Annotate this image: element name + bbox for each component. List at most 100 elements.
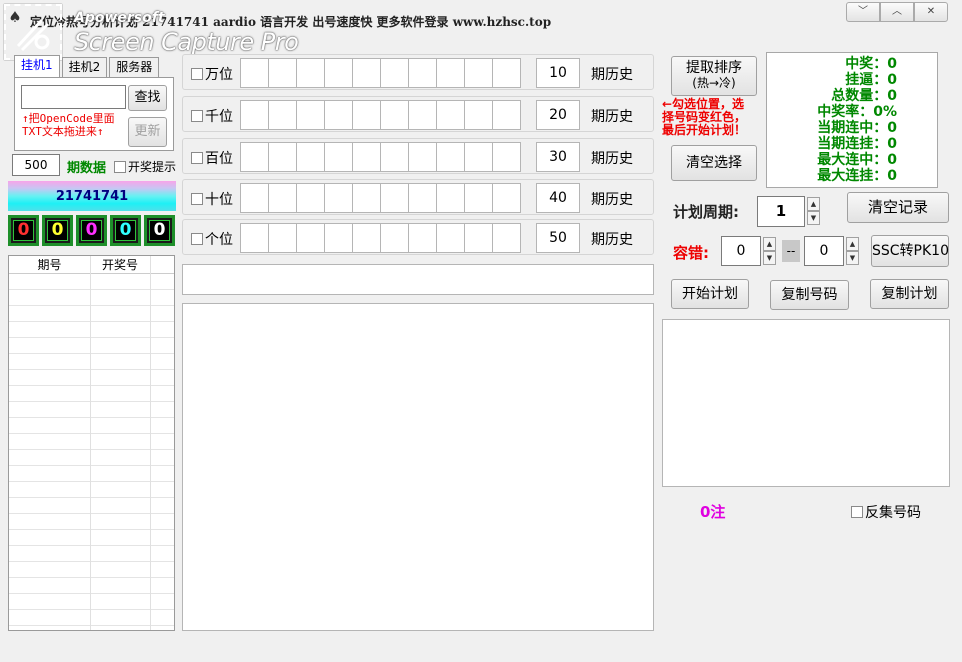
copy-numbers-button[interactable]: 复制号码 [770,280,849,310]
history-period-input[interactable]: 50 [536,223,580,253]
number-cell[interactable] [268,183,297,213]
number-cell[interactable] [268,58,297,88]
period-count-input[interactable]: 500 [12,154,60,176]
tab-guaji2[interactable]: 挂机2 [61,57,108,77]
number-cell[interactable] [352,183,381,213]
number-cell[interactable] [380,142,409,172]
number-cell[interactable] [268,223,297,253]
plan-period-spinner[interactable]: ▲ ▼ [807,197,820,225]
number-cell[interactable] [296,223,325,253]
plan-period-input[interactable]: 1 [757,196,805,227]
spin-down-icon[interactable]: ▼ [846,251,859,265]
number-cell[interactable] [464,183,493,213]
number-cell[interactable] [380,223,409,253]
spin-up-icon[interactable]: ▲ [763,237,776,251]
draw-prompt-check-icon[interactable] [114,160,126,173]
number-cell[interactable] [408,223,437,253]
number-cell[interactable] [492,58,521,88]
number-cell[interactable] [464,142,493,172]
number-cell[interactable] [408,100,437,130]
reverse-numbers-checkbox[interactable]: 反集号码 [851,502,921,522]
number-cell[interactable] [324,183,353,213]
number-cell[interactable] [240,142,269,172]
search-button[interactable]: 查找 [128,85,167,111]
number-cell[interactable] [352,100,381,130]
position-check-icon[interactable] [191,233,203,245]
number-cell[interactable] [296,183,325,213]
number-cell[interactable] [296,100,325,130]
number-cell[interactable] [464,223,493,253]
number-cell[interactable] [240,223,269,253]
number-cell[interactable] [352,58,381,88]
position-checkbox[interactable]: 百位 [191,148,233,168]
number-cell[interactable] [240,100,269,130]
history-period-input[interactable]: 20 [536,100,580,130]
draw-prompt-checkbox[interactable]: 开奖提示 [114,158,176,175]
ssc-to-pk10-button[interactable]: SSC转PK10 [871,235,949,267]
history-period-input[interactable]: 40 [536,183,580,213]
number-cell[interactable] [436,100,465,130]
position-checkbox[interactable]: 万位 [191,64,233,84]
copy-plan-button[interactable]: 复制计划 [870,279,949,309]
number-cell[interactable] [492,223,521,253]
number-cell[interactable] [464,100,493,130]
number-cell[interactable] [324,142,353,172]
tab-server[interactable]: 服务器 [109,57,160,77]
number-cell[interactable] [380,183,409,213]
position-checkbox[interactable]: 千位 [191,106,233,126]
clear-selection-button[interactable]: 清空选择 [671,145,757,181]
number-cell[interactable] [268,100,297,130]
number-cell[interactable] [436,223,465,253]
number-cell[interactable] [240,58,269,88]
number-cell[interactable] [492,100,521,130]
tolerance-to-input[interactable]: 0 [804,236,844,266]
clear-record-button[interactable]: 清空记录 [847,192,949,223]
number-cell[interactable] [324,223,353,253]
number-cell[interactable] [492,142,521,172]
history-period-input[interactable]: 10 [536,58,580,88]
number-cell[interactable] [324,58,353,88]
number-cell[interactable] [240,183,269,213]
position-check-icon[interactable] [191,193,203,205]
number-cell[interactable] [352,223,381,253]
spin-up-icon[interactable]: ▲ [846,237,859,251]
position-checkbox[interactable]: 个位 [191,229,233,249]
plan-output-area[interactable] [662,319,950,487]
number-cell[interactable] [352,142,381,172]
spin-down-icon[interactable]: ▼ [807,211,820,225]
spin-down-icon[interactable]: ▼ [763,251,776,265]
tolerance-from-spinner[interactable]: ▲ ▼ [763,237,776,265]
number-cell[interactable] [296,58,325,88]
spin-up-icon[interactable]: ▲ [807,197,820,211]
selection-output-field[interactable] [182,264,654,295]
number-cell[interactable] [464,58,493,88]
number-cell[interactable] [296,142,325,172]
tab-guaji1[interactable]: 挂机1 [14,55,60,77]
maximize-button[interactable]: ︿ [880,2,914,22]
position-check-icon[interactable] [191,110,203,122]
position-check-icon[interactable] [191,152,203,164]
number-cell[interactable] [436,142,465,172]
number-cell[interactable] [492,183,521,213]
start-plan-button[interactable]: 开始计划 [671,279,749,309]
number-cell[interactable] [324,100,353,130]
position-checkbox[interactable]: 十位 [191,189,233,209]
number-cell[interactable] [436,58,465,88]
extract-sort-button[interactable]: 提取排序 (热→冷) [671,56,757,96]
update-button[interactable]: 更新 [128,117,167,147]
tolerance-to-spinner[interactable]: ▲ ▼ [846,237,859,265]
number-cell[interactable] [436,183,465,213]
number-cell[interactable] [408,183,437,213]
position-check-icon[interactable] [191,68,203,80]
history-output-area[interactable] [182,303,654,631]
close-button[interactable]: ✕ [914,2,948,22]
number-cell[interactable] [268,142,297,172]
search-input[interactable] [21,85,126,109]
number-cell[interactable] [380,58,409,88]
reverse-check-icon[interactable] [851,506,863,518]
history-table[interactable]: 期号 开奖号 [8,255,175,631]
number-cell[interactable] [408,142,437,172]
tolerance-from-input[interactable]: 0 [721,236,761,266]
number-cell[interactable] [408,58,437,88]
number-cell[interactable] [380,100,409,130]
